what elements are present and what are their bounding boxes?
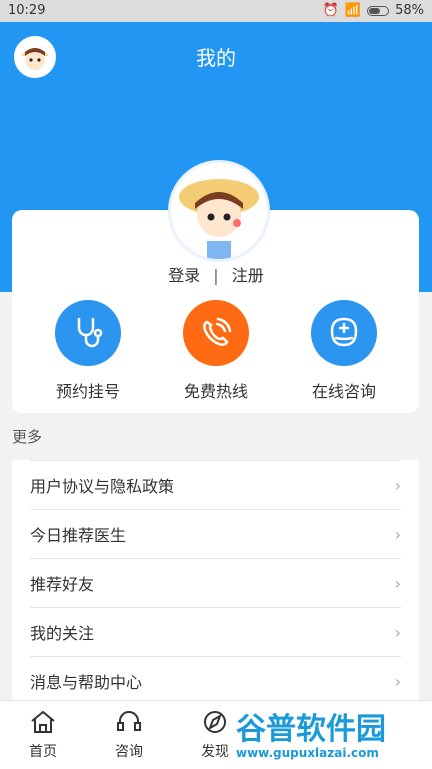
title-bar: 我的: [0, 22, 432, 90]
watermark-title: 谷普软件园: [236, 712, 386, 747]
watermark: 谷普软件园 www.gupuxlazai.com: [236, 704, 432, 768]
wifi-icon: 📶: [344, 3, 362, 18]
chevron-right-icon: ›: [394, 622, 401, 642]
watermark-url: www.gupuxlazai.com: [236, 746, 379, 760]
status-bar: 10:29 ⏰ 📶 58%: [0, 0, 432, 22]
tab-label: 首页: [29, 744, 57, 760]
headset-icon: [86, 709, 172, 735]
more-list: 用户协议与隐私政策 › 今日推荐医生 › 推荐好友 › 我的关注 › 消息与帮助…: [12, 460, 419, 705]
login-link[interactable]: 登录: [168, 266, 200, 285]
action-label: 免费热线: [183, 382, 248, 401]
tab-home[interactable]: 首页: [0, 701, 86, 769]
chevron-right-icon: ›: [394, 671, 401, 691]
list-item-agreement[interactable]: 用户协议与隐私政策 ›: [30, 460, 401, 509]
doctor-icon: [311, 300, 377, 366]
status-time: 10:29: [8, 3, 46, 18]
action-appointment[interactable]: 预约挂号: [38, 300, 138, 402]
home-icon: [0, 709, 86, 735]
list-item-recommend-friends[interactable]: 推荐好友 ›: [30, 558, 401, 607]
separator: |: [213, 266, 219, 285]
profile-avatar[interactable]: [168, 160, 270, 262]
list-item-label: 用户协议与隐私政策: [30, 477, 175, 496]
auth-links: 登录 | 注册: [0, 262, 432, 286]
list-item-follow[interactable]: 我的关注 ›: [30, 607, 401, 656]
alarm-icon: ⏰: [322, 3, 339, 18]
chevron-right-icon: ›: [394, 573, 401, 593]
action-label: 预约挂号: [55, 382, 120, 401]
list-item-doctors[interactable]: 今日推荐医生 ›: [30, 509, 401, 558]
phone-icon: [183, 300, 249, 366]
section-title: 更多: [12, 428, 43, 446]
action-consult[interactable]: 在线咨询: [294, 300, 394, 402]
tab-consult[interactable]: 咨询: [86, 701, 172, 769]
status-right: ⏰ 📶 58%: [323, 3, 424, 18]
list-item-label: 我的关注: [30, 624, 95, 643]
tab-label: 咨询: [115, 744, 143, 760]
chevron-right-icon: ›: [394, 524, 401, 544]
stethoscope-icon: [55, 300, 121, 366]
register-link[interactable]: 注册: [232, 266, 264, 285]
page-title: 我的: [196, 46, 236, 70]
list-item-help[interactable]: 消息与帮助中心 ›: [30, 656, 401, 705]
action-label: 在线咨询: [311, 382, 376, 401]
list-item-label: 今日推荐医生: [30, 526, 127, 545]
battery-icon: [367, 5, 390, 16]
battery-percent: 58%: [395, 3, 424, 18]
list-item-label: 推荐好友: [30, 575, 95, 594]
action-hotline[interactable]: 免费热线: [166, 300, 266, 402]
list-item-label: 消息与帮助中心: [30, 673, 143, 692]
chevron-right-icon: ›: [394, 475, 401, 495]
